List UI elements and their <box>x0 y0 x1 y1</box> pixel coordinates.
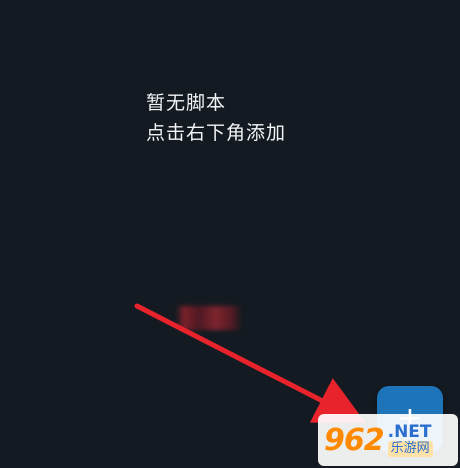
script-list-screen: 暂无脚本 点击右下角添加 + 962 .NET 乐游网 <box>0 0 460 468</box>
empty-state-hint: 点击右下角添加 <box>146 122 287 144</box>
arrow-icon <box>134 303 366 424</box>
watermark-text: .NET 乐游网 <box>387 422 433 457</box>
blurred-region <box>176 306 242 330</box>
watermark-number: 962 <box>324 422 385 458</box>
site-watermark: 962 .NET 乐游网 <box>318 414 458 466</box>
empty-state-message: 暂无脚本 点击右下角添加 <box>146 88 286 148</box>
watermark-site: 乐游网 <box>387 441 433 457</box>
empty-state-title: 暂无脚本 <box>146 92 227 114</box>
watermark-suffix: .NET <box>387 422 432 442</box>
